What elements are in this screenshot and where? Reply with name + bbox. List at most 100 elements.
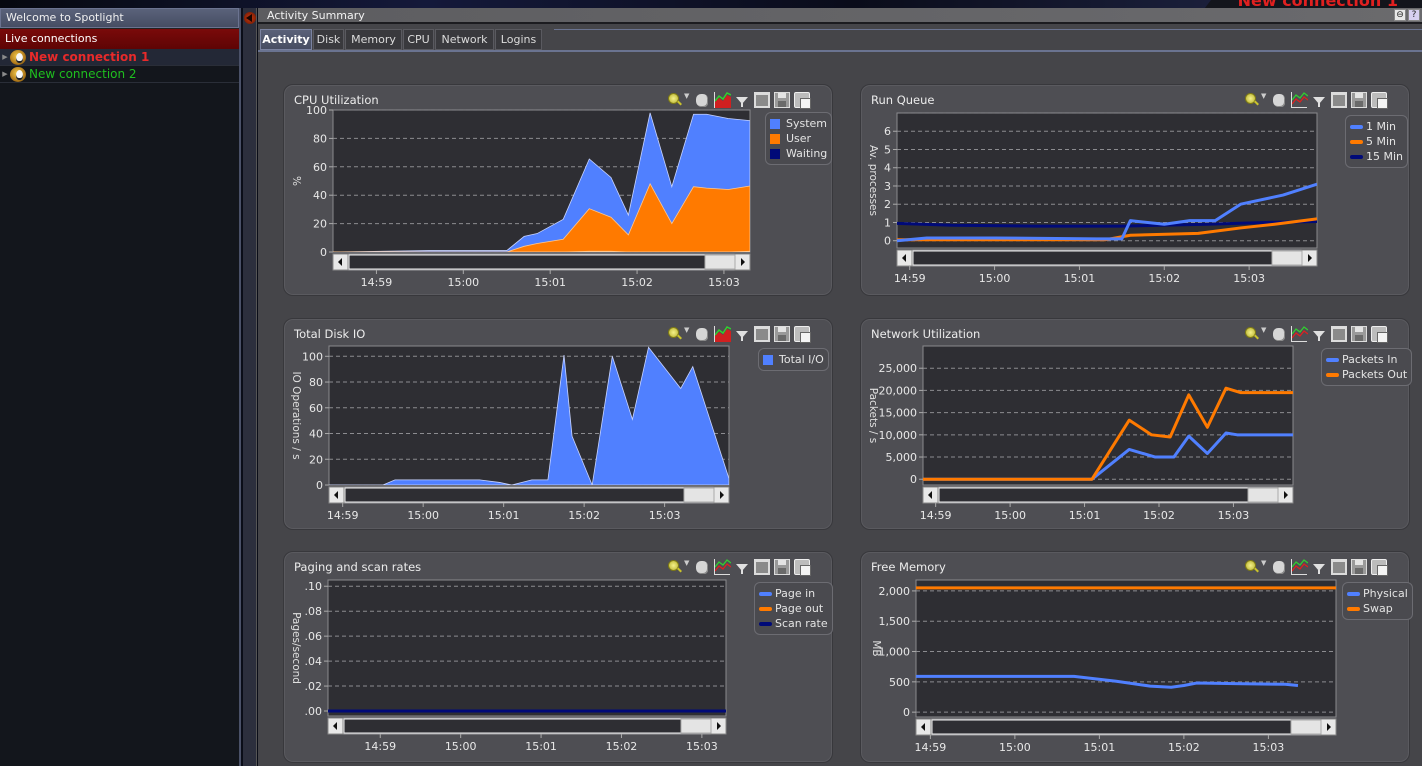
legend-swatch-icon [770,118,780,129]
plot-area[interactable] [915,579,1337,718]
legend-item[interactable]: Physical [1347,586,1408,601]
legend-item[interactable]: Page in [759,586,828,601]
y-tick-label: 60 [309,402,323,415]
y-tick-label: 0 [884,235,891,248]
legend-item[interactable]: Total I/O [763,352,824,367]
tab-memory[interactable]: Memory [345,29,402,50]
cpu-chart: 0 20 40 60 80 100% 14:59 15:00 15:01 15:02 15:03 [290,104,751,289]
y-axis-label: Pages/second [290,612,302,684]
chart-legend: 1 Min 5 Min 15 Min [1345,115,1409,168]
y-axis-label: Av. processes [867,145,879,216]
y-tick-label: 1,500 [879,615,911,628]
y-tick-label: .06 [305,630,323,643]
connection-item[interactable]: ▶ New connection 2 [0,66,239,83]
scrollbar-track[interactable] [344,487,686,503]
scrollbar-thumb[interactable] [683,487,715,503]
x-tick-label: 15:02 [1168,741,1200,754]
tab-logins[interactable]: Logins [495,29,542,50]
welcome-item[interactable]: Welcome to Spotlight [0,8,239,28]
legend-swatch-icon [770,133,780,144]
legend-swatch-icon [759,591,772,596]
chart-legend: Page in Page out Scan rate [754,582,833,635]
x-tick-label: 15:02 [1148,272,1180,285]
legend-label: System [786,117,828,130]
app-top-bar [0,0,1422,8]
x-tick-label: 15:00 [999,741,1031,754]
x-tick-label: 14:59 [361,276,393,289]
legend-item[interactable]: Swap [1347,601,1408,616]
x-tick-label: 14:59 [364,740,396,753]
legend-item[interactable]: Scan rate [759,616,828,631]
legend-item[interactable]: Packets Out [1326,367,1407,382]
tab-activity[interactable]: Activity [260,29,312,50]
legend-item[interactable]: Page out [759,601,828,616]
scrollbar-thumb[interactable] [1271,250,1303,266]
legend-label: 5 Min [1366,135,1397,148]
y-tick-label: .08 [305,605,323,618]
connection-label: New connection 1 [29,50,150,64]
scrollbar-thumb[interactable] [680,718,712,734]
expand-arrow-icon[interactable]: ▶ [0,70,10,78]
scrollbar-track[interactable] [931,719,1293,735]
paging-chart: .00 .02 .04 .06 .08 .10 Pages/second 14:59 15:00… [290,579,727,753]
y-tick-label: 40 [309,428,323,441]
tab-disk[interactable]: Disk [313,29,344,50]
legend-item[interactable]: User [770,131,827,146]
tab-network[interactable]: Network [435,29,494,50]
y-tick-label: .04 [305,655,323,668]
x-tick-label: 15:03 [649,509,681,522]
plot-area[interactable] [922,345,1294,486]
y-tick-label: 2 [884,198,891,211]
scrollbar-thumb[interactable] [1290,719,1322,735]
zoom-out-icon[interactable]: ⊖ [1394,9,1406,21]
page-title: Activity Summary [267,9,365,22]
y-tick-label: .00 [305,705,323,718]
legend-item[interactable]: 1 Min [1350,119,1403,134]
legend-item[interactable]: Packets In [1326,352,1407,367]
legend-label: Scan rate [775,617,828,630]
plot-area[interactable] [327,579,727,717]
x-tick-label: 15:02 [606,740,638,753]
legend-swatch-icon [1350,154,1363,159]
scrollbar-thumb[interactable] [1247,487,1279,503]
legend-swatch-icon [759,621,772,626]
legend-item[interactable]: Waiting [770,146,827,161]
x-tick-label: 14:59 [920,509,952,522]
expand-arrow-icon[interactable]: ▶ [0,53,10,61]
legend-label: Packets In [1342,353,1398,366]
scrollbar-track[interactable] [938,487,1250,503]
connection-item[interactable]: ▶ New connection 1 [0,49,239,66]
y-tick-label: 60 [313,161,327,174]
y-tick-label: 100 [302,350,323,363]
x-tick-label: 15:03 [708,276,740,289]
collapse-sidebar-icon[interactable] [244,12,256,24]
scrollbar-track[interactable] [912,250,1274,266]
scrollbar-track[interactable] [343,718,683,734]
y-tick-label: 0 [910,473,917,486]
scrollbar-track[interactable] [348,254,707,270]
live-connections-header[interactable]: Live connections [0,28,239,49]
y-tick-label: .02 [305,680,323,693]
legend-swatch-icon [1347,591,1360,596]
legend-item[interactable]: System [770,116,827,131]
scrollbar-thumb[interactable] [704,254,736,270]
legend-item[interactable]: 15 Min [1350,149,1403,164]
paging-chart-panel: Paging and scan rates ▼ .00.02.04.06.08.10… [283,551,833,763]
y-tick-label: 80 [309,376,323,389]
tab-cpu[interactable]: CPU [403,29,434,50]
sidebar-splitter[interactable] [243,8,257,766]
x-tick-label: 15:01 [525,740,557,753]
y-tick-label: 20,000 [879,384,918,397]
y-tick-label: 0 [316,479,323,492]
y-tick-label: 5,000 [886,451,918,464]
legend-label: 1 Min [1366,120,1397,133]
x-tick-label: 15:00 [445,740,477,753]
cpu-chart-panel: CPU Utilization ▼ 0 20 40 60 80 100% 14:59 15:00 1… [283,84,833,296]
y-axis-label: MB [870,640,882,656]
legend-swatch-icon [1326,372,1339,377]
help-icon[interactable]: ? [1408,9,1420,21]
legend-item[interactable]: 5 Min [1350,134,1403,149]
x-tick-label: 15:03 [1233,272,1265,285]
legend-label: Total I/O [779,353,824,366]
y-tick-label: 20 [313,218,327,231]
